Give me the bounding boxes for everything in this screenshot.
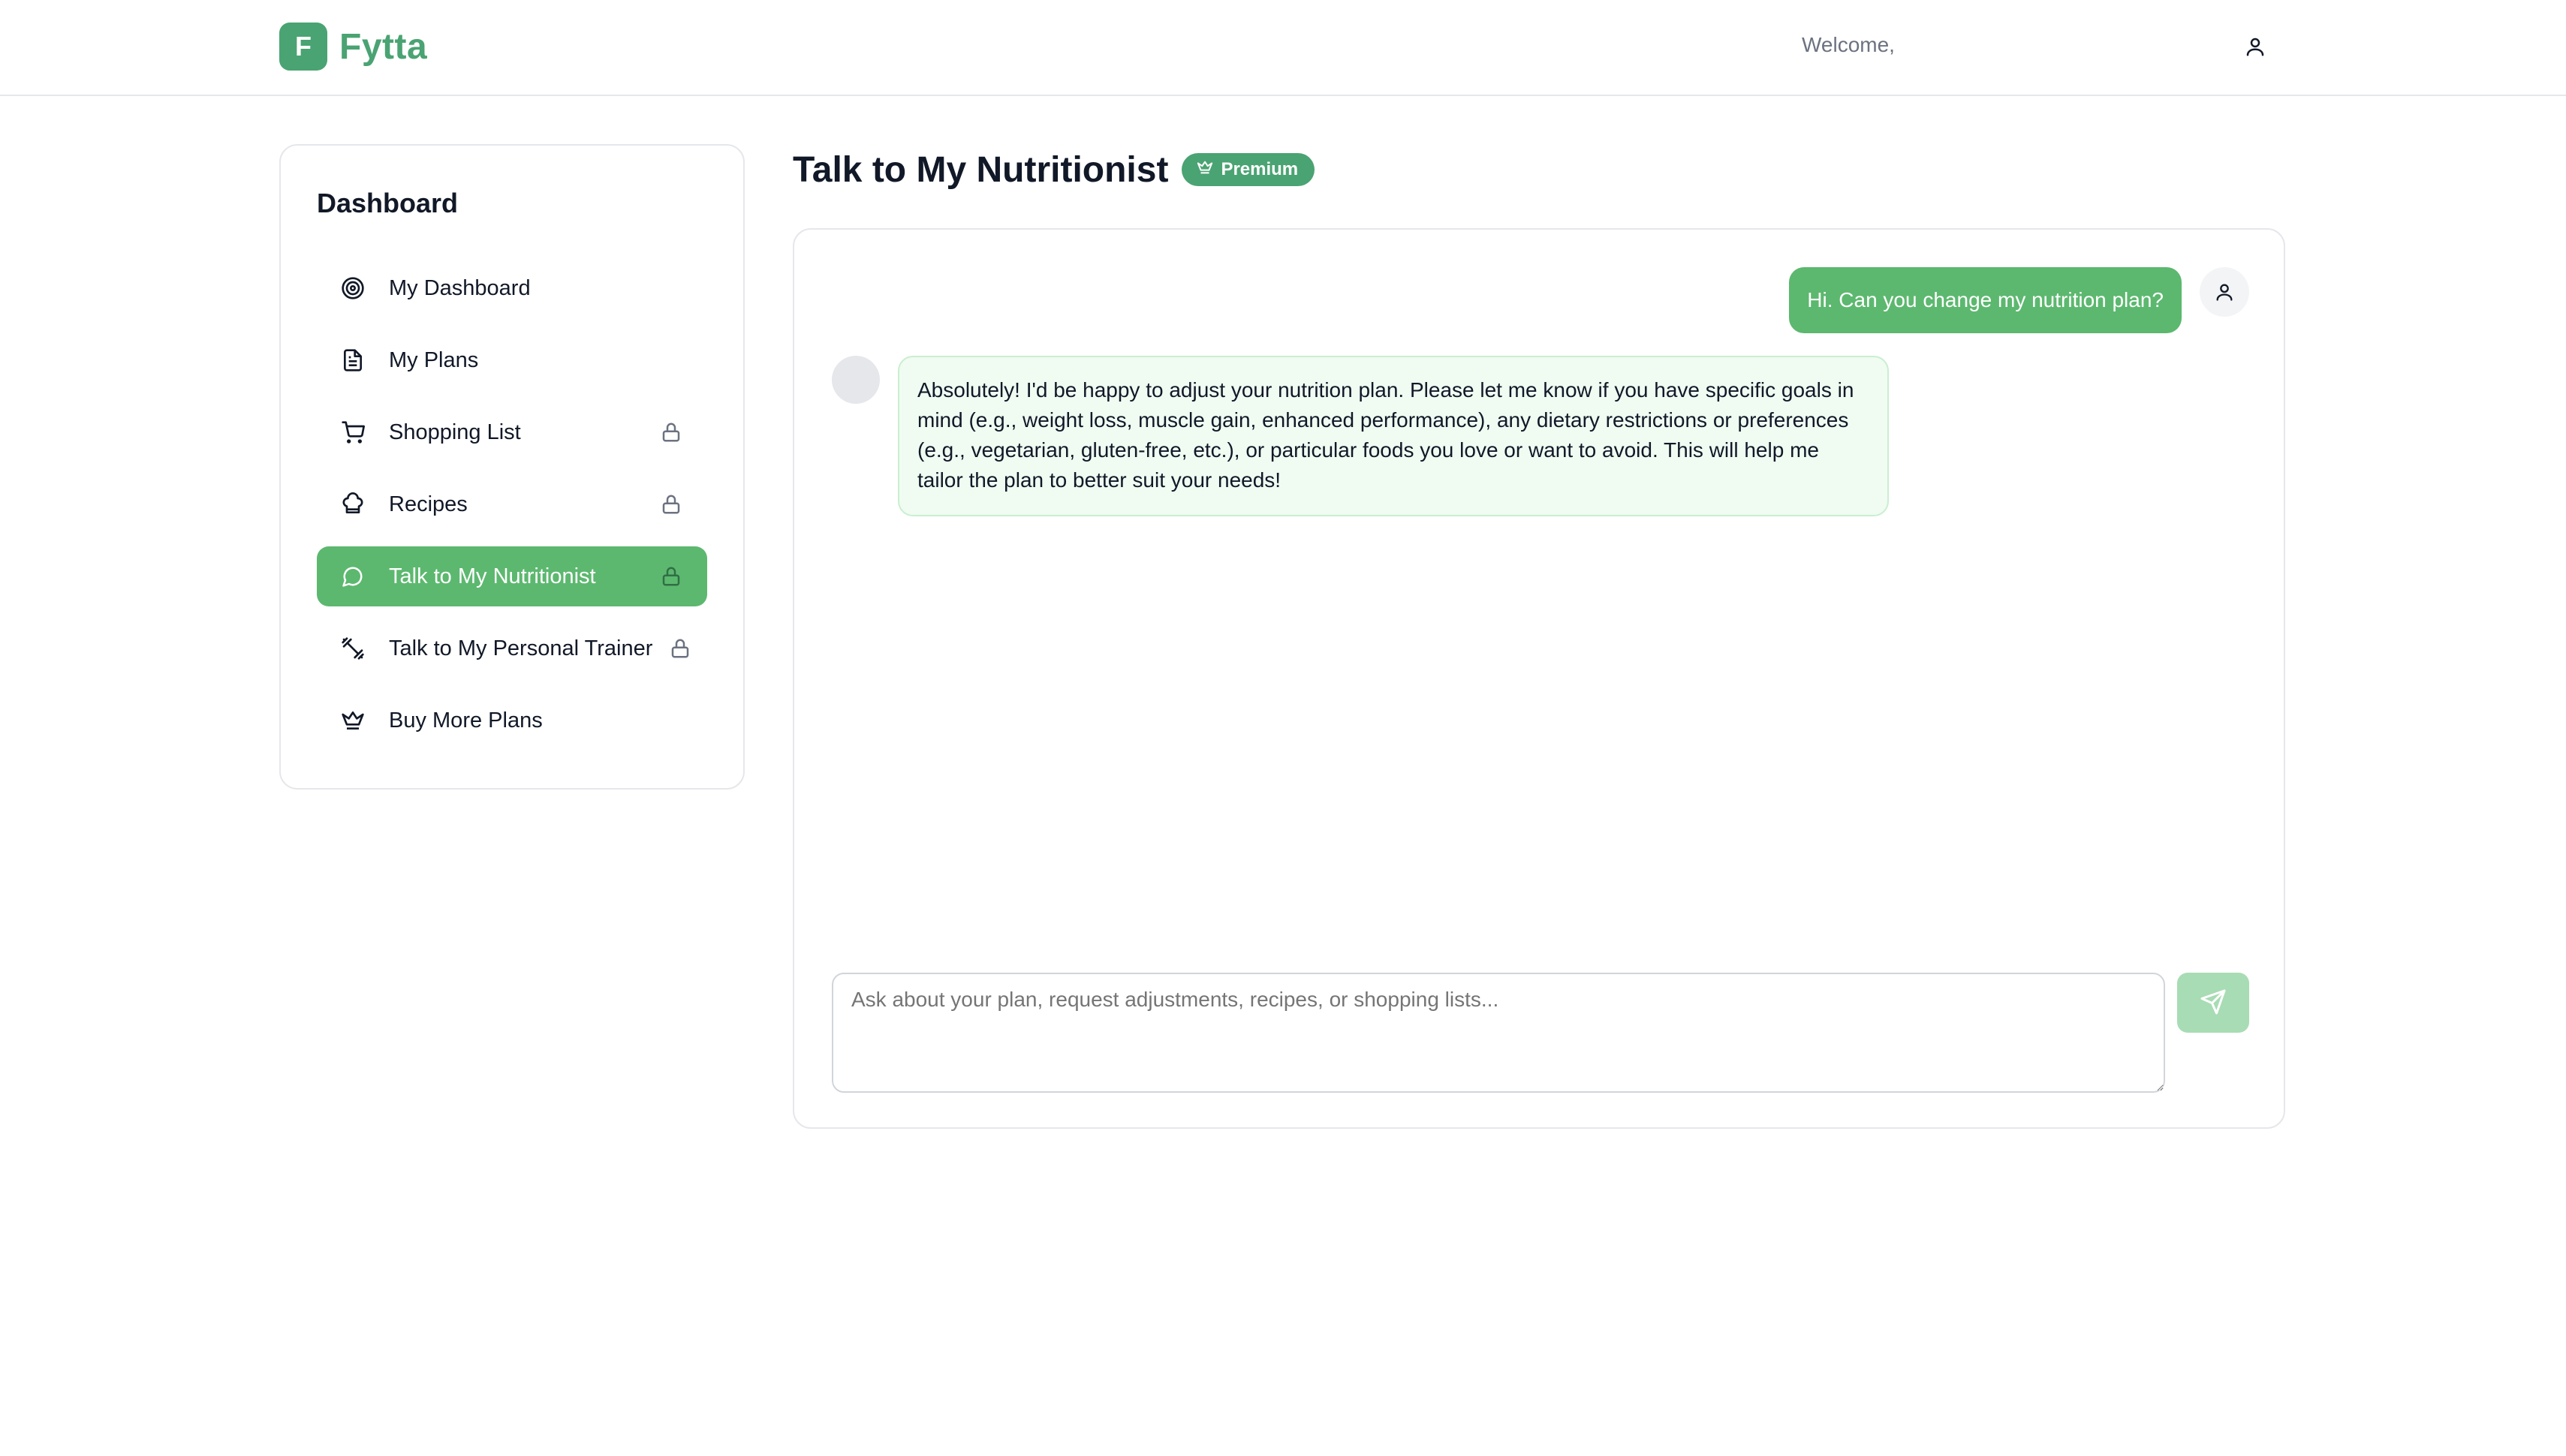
document-icon [339,347,366,374]
chat-bubble-icon [339,563,366,590]
target-icon [339,275,366,302]
send-button[interactable] [2177,973,2249,1033]
sidebar-item-label: My Plans [389,347,479,372]
page-title: Talk to My Nutritionist [793,149,1169,190]
lock-icon [658,419,685,446]
chat-panel: Hi. Can you change my nutrition plan? Ab… [793,228,2285,1129]
sidebar-item-talk-to-my-nutritionist[interactable]: Talk to My Nutritionist [317,546,707,606]
page-header: Talk to My Nutritionist Premium [793,147,1315,192]
assistant-avatar [832,356,880,404]
lock-icon [658,563,685,590]
sidebar-item-my-plans[interactable]: My Plans [317,330,707,390]
user-message: Hi. Can you change my nutrition plan? [1789,267,2182,333]
sidebar-nav: My Dashboard My Plans Shopping List Reci… [317,258,707,763]
sidebar-item-recipes[interactable]: Recipes [317,474,707,534]
sidebar-item-label: My Dashboard [389,275,531,300]
user-icon[interactable] [2239,30,2272,63]
premium-badge: Premium [1182,153,1315,186]
cart-icon [339,419,366,446]
lock-icon [658,491,685,518]
send-icon [2200,988,2227,1018]
sidebar-item-shopping-list[interactable]: Shopping List [317,402,707,462]
user-avatar-icon [2200,267,2249,317]
app-name: Fytta [339,26,428,67]
user-name-redacted [1901,36,2096,54]
sidebar-item-my-dashboard[interactable]: My Dashboard [317,258,707,318]
premium-badge-label: Premium [1221,159,1299,179]
dumbbell-icon [339,635,366,662]
lock-icon [667,635,694,662]
app-logo[interactable]: F Fytta [279,23,427,71]
sidebar-item-label: Recipes [389,492,468,516]
sidebar-title: Dashboard [317,188,459,218]
chef-hat-icon [339,491,366,518]
assistant-message: Absolutely! I'd be happy to adjust your … [898,356,1889,516]
welcome-message: Welcome, [1802,33,2096,57]
top-header: F Fytta Welcome, [0,0,2566,96]
sidebar-item-buy-more-plans[interactable]: Buy More Plans [317,690,707,751]
sidebar-item-label: Talk to My Nutritionist [389,564,596,588]
sidebar-item-talk-to-my-personal-trainer[interactable]: Talk to My Personal Trainer [317,618,707,678]
crown-icon [1197,159,1213,181]
message-input[interactable] [832,973,2165,1093]
welcome-text: Welcome, [1802,33,1895,56]
sidebar-item-label: Talk to My Personal Trainer [389,636,653,660]
logo-mark: F [279,23,327,71]
sidebar: Dashboard My Dashboard My Plans Shopping… [279,144,745,790]
sidebar-item-label: Buy More Plans [389,708,543,733]
crown-icon [339,707,366,734]
sidebar-item-label: Shopping List [389,420,521,444]
